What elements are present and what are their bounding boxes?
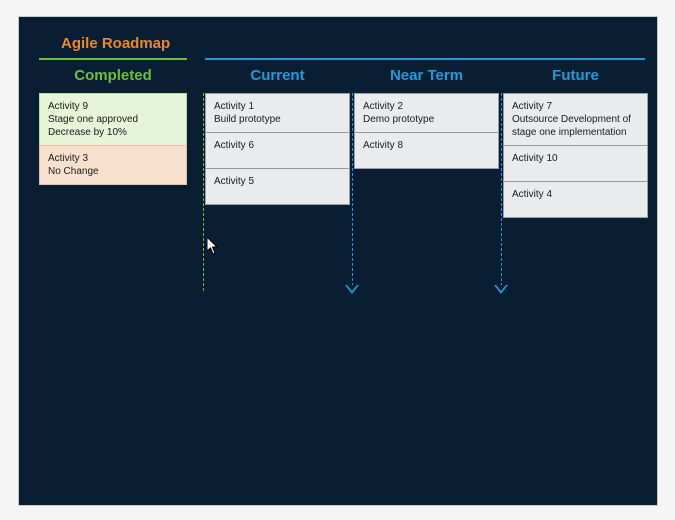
card-near-0[interactable]: Activity 2 Demo prototype [354, 93, 499, 133]
column-near: Activity 2 Demo prototype Activity 8 [354, 93, 499, 169]
column-header-completed: Completed [39, 67, 187, 84]
timeline-dash-future [501, 93, 502, 291]
card-desc: Outsource Development of stage one imple… [512, 113, 639, 139]
card-title: Activity 4 [512, 189, 552, 200]
column-current: Activity 1 Build prototype Activity 6 Ac… [205, 93, 350, 205]
column-header-future: Future [503, 67, 648, 84]
divider-rest [205, 58, 645, 60]
column-header-near: Near Term [354, 67, 499, 84]
card-title: Activity 9 [48, 101, 88, 112]
card-title: Activity 6 [214, 140, 254, 151]
card-near-1[interactable]: Activity 8 [354, 133, 499, 169]
card-desc: No Change [48, 165, 178, 178]
card-title: Activity 1 [214, 101, 254, 112]
card-title: Activity 7 [512, 101, 552, 112]
cursor-icon [207, 237, 219, 255]
timeline-dash-near [352, 93, 353, 291]
card-title: Activity 5 [214, 176, 254, 187]
page-title: Agile Roadmap [61, 35, 170, 52]
chevron-down-icon [494, 285, 508, 294]
card-future-2[interactable]: Activity 4 [503, 182, 648, 218]
card-future-0[interactable]: Activity 7 Outsource Development of stag… [503, 93, 648, 146]
roadmap-board: Agile Roadmap Completed Current Near Ter… [18, 16, 658, 506]
card-title: Activity 3 [48, 153, 88, 164]
card-desc: Stage one approved [48, 113, 178, 126]
column-future: Activity 7 Outsource Development of stag… [503, 93, 648, 218]
card-completed-1[interactable]: Activity 3 No Change [39, 145, 187, 185]
chevron-down-icon [345, 285, 359, 294]
card-title: Activity 8 [363, 140, 403, 151]
column-header-current: Current [205, 67, 350, 84]
timeline-dash-current [203, 93, 204, 291]
divider-completed [39, 58, 187, 60]
card-completed-0[interactable]: Activity 9 Stage one approved Decrease b… [39, 93, 187, 146]
card-future-1[interactable]: Activity 10 [503, 146, 648, 182]
card-desc: Build prototype [214, 113, 341, 126]
card-title: Activity 10 [512, 153, 558, 164]
card-desc: Decrease by 10% [48, 126, 178, 139]
card-desc: Demo prototype [363, 113, 490, 126]
card-current-0[interactable]: Activity 1 Build prototype [205, 93, 350, 133]
card-title: Activity 2 [363, 101, 403, 112]
column-completed: Activity 9 Stage one approved Decrease b… [39, 93, 187, 185]
card-current-2[interactable]: Activity 5 [205, 169, 350, 205]
card-current-1[interactable]: Activity 6 [205, 133, 350, 169]
